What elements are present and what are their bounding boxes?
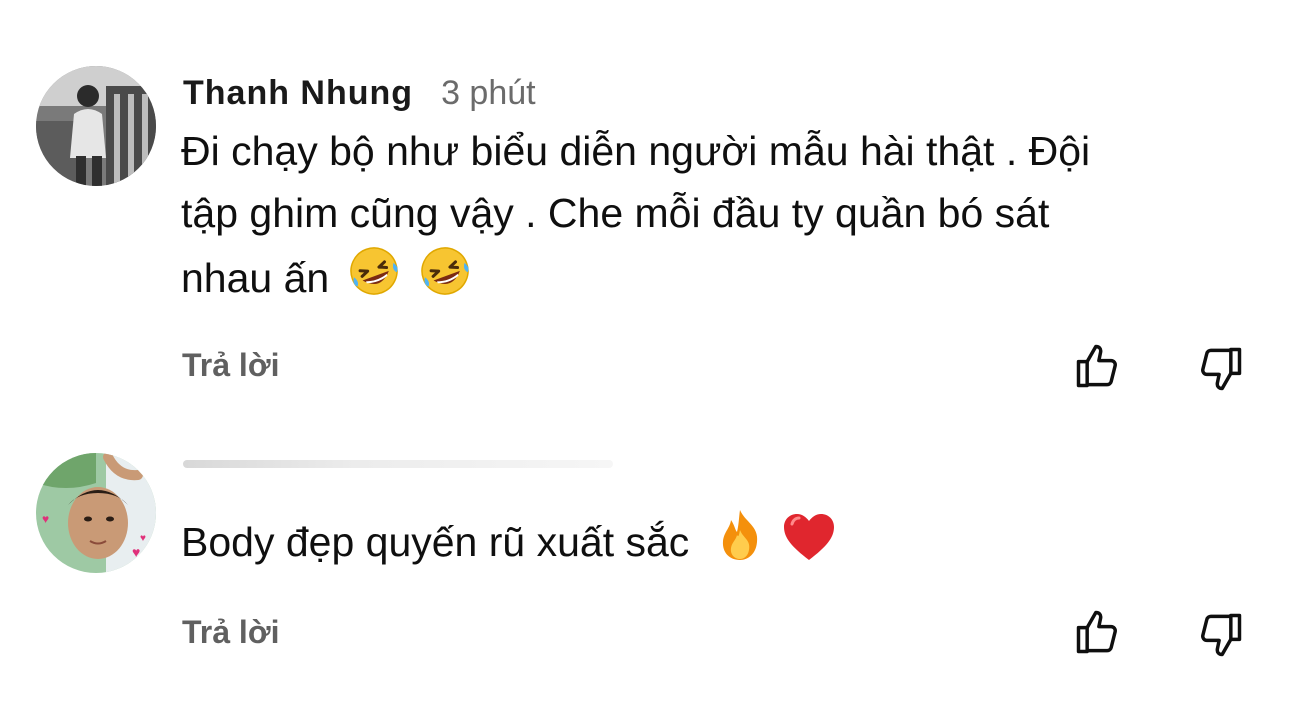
thumb-up-icon[interactable]	[1072, 340, 1124, 392]
svg-text:♥: ♥	[56, 562, 63, 573]
reply-button[interactable]: Trả lời	[182, 347, 279, 384]
svg-text:♥: ♥	[42, 512, 49, 526]
avatar-photo	[36, 66, 156, 186]
comment-author[interactable]: Thanh Nhung	[183, 74, 413, 112]
comment-text-line: nhau ấn	[181, 244, 1241, 315]
comment-text-line: tập ghim cũng vậy . Che mỗi đầu ty quần …	[181, 190, 1050, 236]
comment-meta-blurred	[183, 460, 613, 468]
thumb-down-icon[interactable]	[1194, 343, 1246, 395]
avatar[interactable]: ♥ ♥ ♥ ♥ ♥	[36, 453, 156, 573]
comment-text-line: Đi chạy bộ như biểu diễn người mẫu hài t…	[181, 128, 1091, 174]
comment-text-line: Body đẹp quyến rũ xuất sắc	[181, 508, 1241, 579]
red-heart-icon	[782, 512, 836, 579]
comment-time: 3 phút	[441, 74, 536, 112]
comment-text: Body đẹp quyến rũ xuất sắc	[181, 508, 1241, 579]
comment-text: Đi chạy bộ như biểu diễn người mẫu hài t…	[181, 120, 1241, 315]
comment-meta: Thanh Nhung 3 phút	[183, 74, 536, 113]
rolling-on-floor-laughing-icon	[347, 244, 401, 315]
svg-text:♥: ♥	[140, 533, 146, 544]
avatar-photo: ♥ ♥ ♥ ♥ ♥	[36, 453, 156, 573]
svg-text:♥: ♥	[132, 544, 140, 560]
thumb-down-icon[interactable]	[1194, 609, 1246, 661]
avatar[interactable]	[36, 66, 156, 186]
reply-button[interactable]: Trả lời	[182, 614, 279, 651]
comment-text-fragment: Body đẹp quyến rũ xuất sắc	[181, 519, 690, 565]
rolling-on-floor-laughing-icon	[418, 244, 472, 315]
svg-text:♥: ♥	[42, 552, 50, 568]
thumb-up-icon[interactable]	[1072, 606, 1124, 658]
comment-text-fragment: nhau ấn	[181, 255, 330, 301]
fire-icon	[715, 508, 765, 579]
